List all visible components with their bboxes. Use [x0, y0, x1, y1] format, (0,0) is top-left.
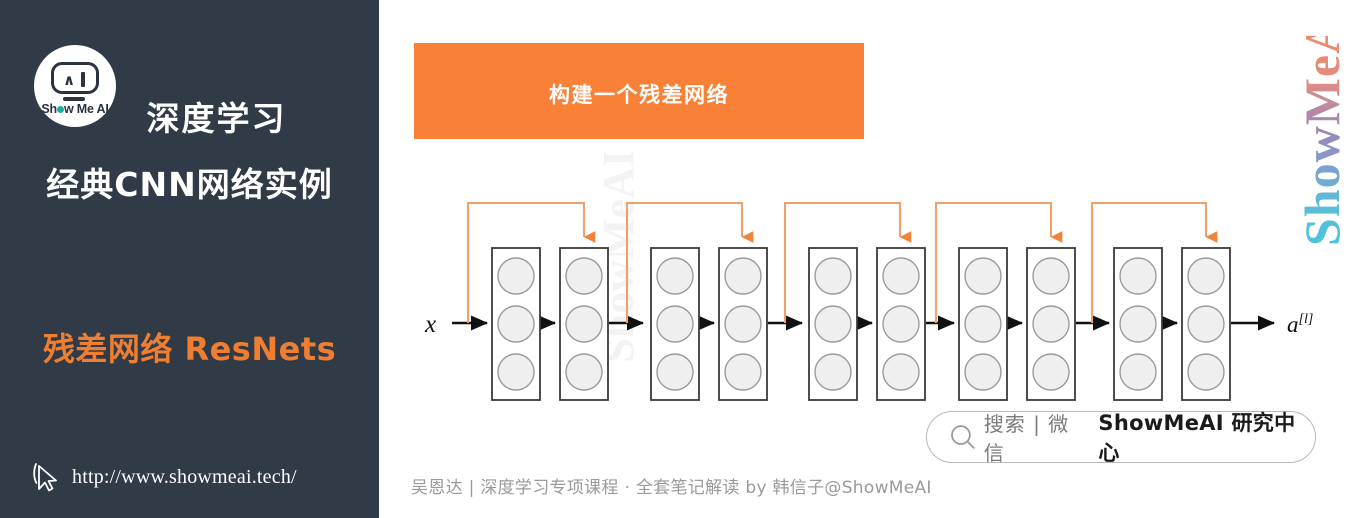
skip-connection-3 [783, 201, 912, 323]
layer-box-3 [650, 247, 700, 401]
layer-box-10 [1181, 247, 1231, 401]
layer-box-8 [1026, 247, 1076, 401]
section-banner: 构建一个残差网络 [414, 43, 864, 139]
wechat-search-badge[interactable]: 搜索 | 微信 ShowMeAI 研究中心 [926, 411, 1316, 465]
layer-box-9 [1113, 247, 1163, 401]
section-banner-title: 构建一个残差网络 [549, 83, 729, 107]
sidebar: ∧ Sh w Me AI 深度学习 经典CNN网络实例 残差网络 ResNets … [0, 0, 379, 518]
sidebar-footer: http://www.showmeai.tech/ [32, 462, 297, 492]
main-content: 构建一个残差网络 ShowMeAI ShowMeAI x a[l] 搜索 | 微… [379, 0, 1361, 518]
diagram-input-label: x [424, 311, 436, 338]
logo-caret-glyph: ∧ [63, 71, 76, 89]
diagram-output-label: a[l] [1287, 312, 1313, 337]
layer-box-4 [718, 247, 768, 401]
layer-box-5 [808, 247, 858, 401]
logo-bar-glyph [81, 72, 85, 87]
layer-box-1 [491, 247, 541, 401]
search-badge-label: 搜索 | 微信 [983, 412, 1070, 465]
layer-box-6 [876, 247, 926, 401]
robot-face-icon: ∧ [51, 62, 99, 94]
skip-connection-1 [466, 201, 596, 323]
footer-credit: 吴恩达 | 深度学习专项课程 · 全套笔记解读 by 韩信子@ShowMeAI [411, 478, 932, 498]
lesson-topic: 残差网络 ResNets [42, 330, 337, 368]
skip-connection-5 [1090, 201, 1218, 323]
slide-root: ∧ Sh w Me AI 深度学习 经典CNN网络实例 残差网络 ResNets … [0, 0, 1361, 518]
course-title-line2: 经典CNN网络实例 [46, 165, 333, 204]
search-badge-brand: ShowMeAI 研究中心 [1098, 411, 1296, 465]
website-url[interactable]: http://www.showmeai.tech/ [72, 466, 297, 489]
search-icon [951, 425, 975, 449]
skip-connection-2 [625, 201, 754, 323]
skip-connections [466, 201, 1218, 323]
mouse-pointer-icon [33, 463, 57, 492]
course-title-line1: 深度学习 [146, 99, 287, 138]
layer-box-7 [958, 247, 1008, 401]
skip-connection-4 [934, 201, 1063, 323]
brand-watermark-vertical: ShowMeAI [1294, 0, 1355, 246]
brand-watermark-faint: ShowMeAI [594, 150, 643, 363]
